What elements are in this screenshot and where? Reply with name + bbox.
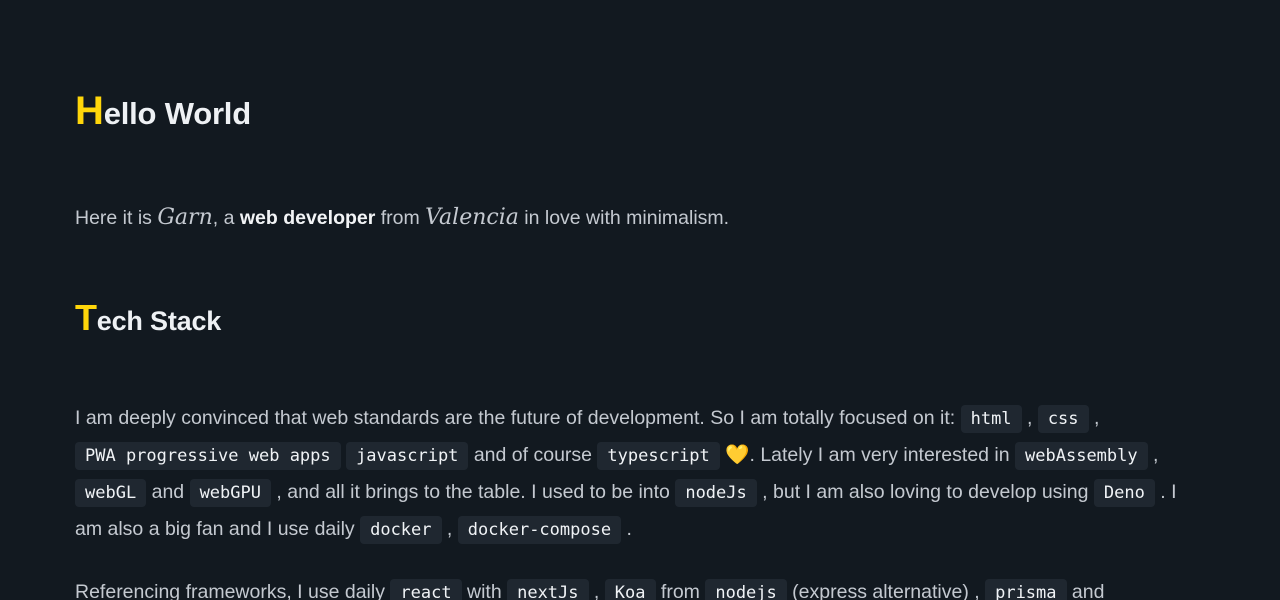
tech-tag-docker: docker <box>360 516 442 544</box>
tech-tag-prisma: prisma <box>985 579 1067 600</box>
tech-tag-deno: Deno <box>1093 479 1155 507</box>
tech-tag-react: react <box>390 579 462 600</box>
stack-separator: , <box>1147 444 1159 466</box>
frameworks-text: (express alternative) , <box>786 581 986 600</box>
tech-tag-html: html <box>960 405 1022 433</box>
intro-text: from <box>375 207 426 229</box>
tech-stack-title-rest: ech Stack <box>96 306 222 336</box>
tech-tag-nodejs-runtime: nodejs <box>705 579 787 600</box>
hero-title: Hello World <box>75 89 251 136</box>
hero-title-initial: H <box>75 89 104 133</box>
intro-text: , a <box>212 207 240 229</box>
stack-text: and of course <box>468 444 598 466</box>
intro-name: Garn <box>157 205 213 230</box>
hero-title-rest: ello World <box>103 96 251 131</box>
tech-tag-css: css <box>1037 405 1089 433</box>
tech-stack-title-initial: T <box>75 297 97 338</box>
stack-text: , and all it brings to the table. I used… <box>270 481 676 503</box>
intro-text: Here it is <box>75 207 158 229</box>
stack-text: and <box>146 481 190 503</box>
tech-tag-javascript: javascript <box>346 442 469 470</box>
frameworks-text: Referencing frameworks, I use daily <box>75 581 391 600</box>
stack-separator: , <box>1021 407 1038 429</box>
tech-tag-nextjs: nextJs <box>507 579 589 600</box>
stack-text: , but I am also loving to develop using <box>756 481 1094 503</box>
tech-stack-paragraph: I am deeply convinced that web standards… <box>75 400 1185 548</box>
tech-stack-title: Tech Stack <box>75 298 221 341</box>
stack-text: I am deeply convinced that web standards… <box>75 407 961 429</box>
page: Hello World Here it is Garn, a web devel… <box>0 0 1280 600</box>
frameworks-text: with <box>461 581 508 600</box>
intro-role: web developer <box>239 207 376 229</box>
intro-paragraph: Here it is Garn, a web developer from Va… <box>75 200 729 236</box>
stack-text: . <box>621 518 632 540</box>
tech-tag-typescript: typescript <box>597 442 720 470</box>
intro-text: in love with minimalism. <box>518 207 730 229</box>
tech-tag-nodejs: nodeJs <box>675 479 757 507</box>
intro-city: Valencia <box>425 205 519 230</box>
frameworks-separator: , <box>588 581 605 600</box>
tech-tag-docker-compose: docker-compose <box>457 516 622 544</box>
stack-separator: , <box>1088 407 1100 429</box>
tech-tag-webgl: webGL <box>75 479 147 507</box>
frameworks-text: from <box>655 581 706 600</box>
tech-tag-webgpu: webGPU <box>189 479 271 507</box>
heart-icon: 💛 <box>719 444 750 466</box>
frameworks-text: and <box>1066 581 1105 600</box>
tech-tag-webassembly: webAssembly <box>1015 442 1148 470</box>
frameworks-paragraph: Referencing frameworks, I use daily reac… <box>75 574 1185 600</box>
tech-tag-koa: Koa <box>604 579 656 600</box>
tech-tag-pwa: PWA progressive web apps <box>75 442 341 470</box>
stack-text: . Lately I am very interested in <box>749 444 1016 466</box>
stack-separator: , <box>441 518 458 540</box>
